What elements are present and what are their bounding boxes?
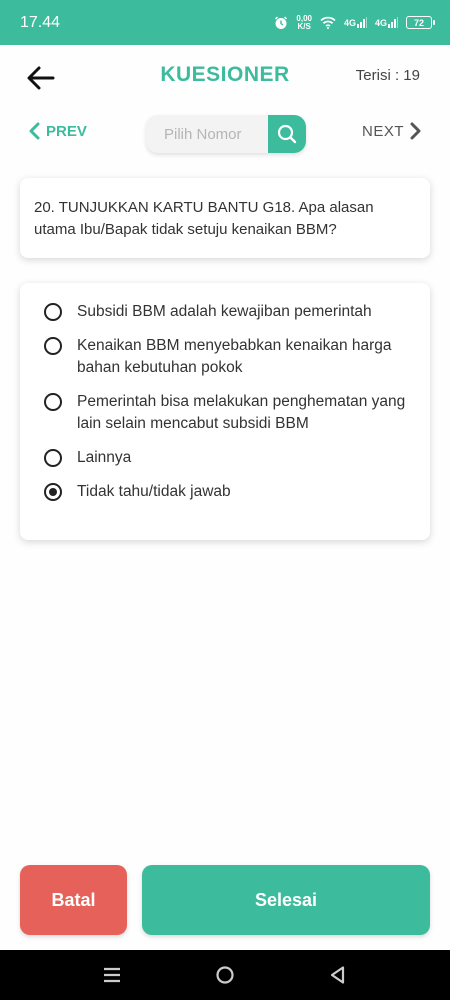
option-label: Pemerintah bisa melakukan penghematan ya…: [77, 393, 406, 432]
prev-label: PREV: [46, 122, 87, 140]
filled-counter: Terisi : 19: [355, 67, 420, 84]
signal-bars-2-icon: [388, 17, 398, 28]
network-type-1: 4G: [343, 18, 356, 28]
speed-unit: K/S: [297, 21, 311, 31]
signal-bars-1-icon: [356, 17, 367, 28]
network-speed: 0,00 K/S: [296, 14, 312, 31]
option-item[interactable]: Kenaikan BBM menyebabkan kenaikan harga …: [44, 335, 418, 379]
signal-1: 4G: [344, 17, 367, 28]
prev-button[interactable]: PREV: [28, 122, 87, 140]
option-item[interactable]: Tidak tahu/tidak jawab: [44, 481, 418, 503]
signal-2: 4G: [375, 17, 398, 28]
back-nav-icon[interactable]: [328, 965, 348, 990]
finish-button[interactable]: Selesai: [142, 865, 430, 935]
radio-button[interactable]: [44, 337, 62, 355]
wifi-icon: [320, 16, 336, 29]
option-label: Lainnya: [77, 449, 132, 466]
radio-button[interactable]: [44, 483, 62, 501]
question-text: 20. TUNJUKKAN KARTU BANTU G18. Apa alasa…: [34, 199, 374, 238]
radio-button[interactable]: [44, 449, 62, 467]
radio-button[interactable]: [44, 303, 62, 321]
option-item[interactable]: Subsidi BBM adalah kewajiban pemerintah: [44, 301, 418, 323]
chevron-left-icon: [29, 122, 40, 140]
radio-button[interactable]: [44, 393, 62, 411]
network-type-2: 4G: [374, 18, 387, 28]
status-bar: 17.44 0,00 K/S 4G 4G 72: [0, 0, 450, 45]
question-nav: PREV NEXT: [0, 112, 450, 156]
option-label: Tidak tahu/tidak jawab: [77, 483, 231, 500]
next-button[interactable]: NEXT: [362, 122, 422, 140]
search-button[interactable]: [268, 115, 306, 153]
number-search: [146, 115, 306, 153]
system-nav-bar: [0, 950, 450, 1000]
option-label: Kenaikan BBM menyebabkan kenaikan harga …: [77, 337, 392, 376]
home-icon[interactable]: [215, 965, 235, 990]
option-label: Subsidi BBM adalah kewajiban pemerintah: [77, 303, 372, 320]
battery-level: 72: [413, 17, 424, 28]
number-search-input[interactable]: [146, 115, 267, 153]
alarm-icon: [274, 15, 288, 30]
next-label: NEXT: [361, 122, 404, 140]
cancel-button[interactable]: Batal: [20, 865, 127, 935]
option-item[interactable]: Lainnya: [44, 447, 418, 469]
status-time: 17.44: [20, 13, 61, 31]
status-icons: 0,00 K/S 4G 4G 72: [274, 14, 435, 31]
search-icon: [277, 124, 297, 144]
chevron-right-icon: [410, 122, 421, 140]
battery-icon: 72: [406, 16, 435, 29]
question-card: 20. TUNJUKKAN KARTU BANTU G18. Apa alasa…: [20, 178, 430, 258]
option-item[interactable]: Pemerintah bisa melakukan penghematan ya…: [44, 391, 418, 435]
recent-apps-icon[interactable]: [102, 965, 122, 990]
app-bar: KUESIONER Terisi : 19: [0, 45, 450, 110]
answer-options: Subsidi BBM adalah kewajiban pemerintah …: [20, 283, 430, 540]
